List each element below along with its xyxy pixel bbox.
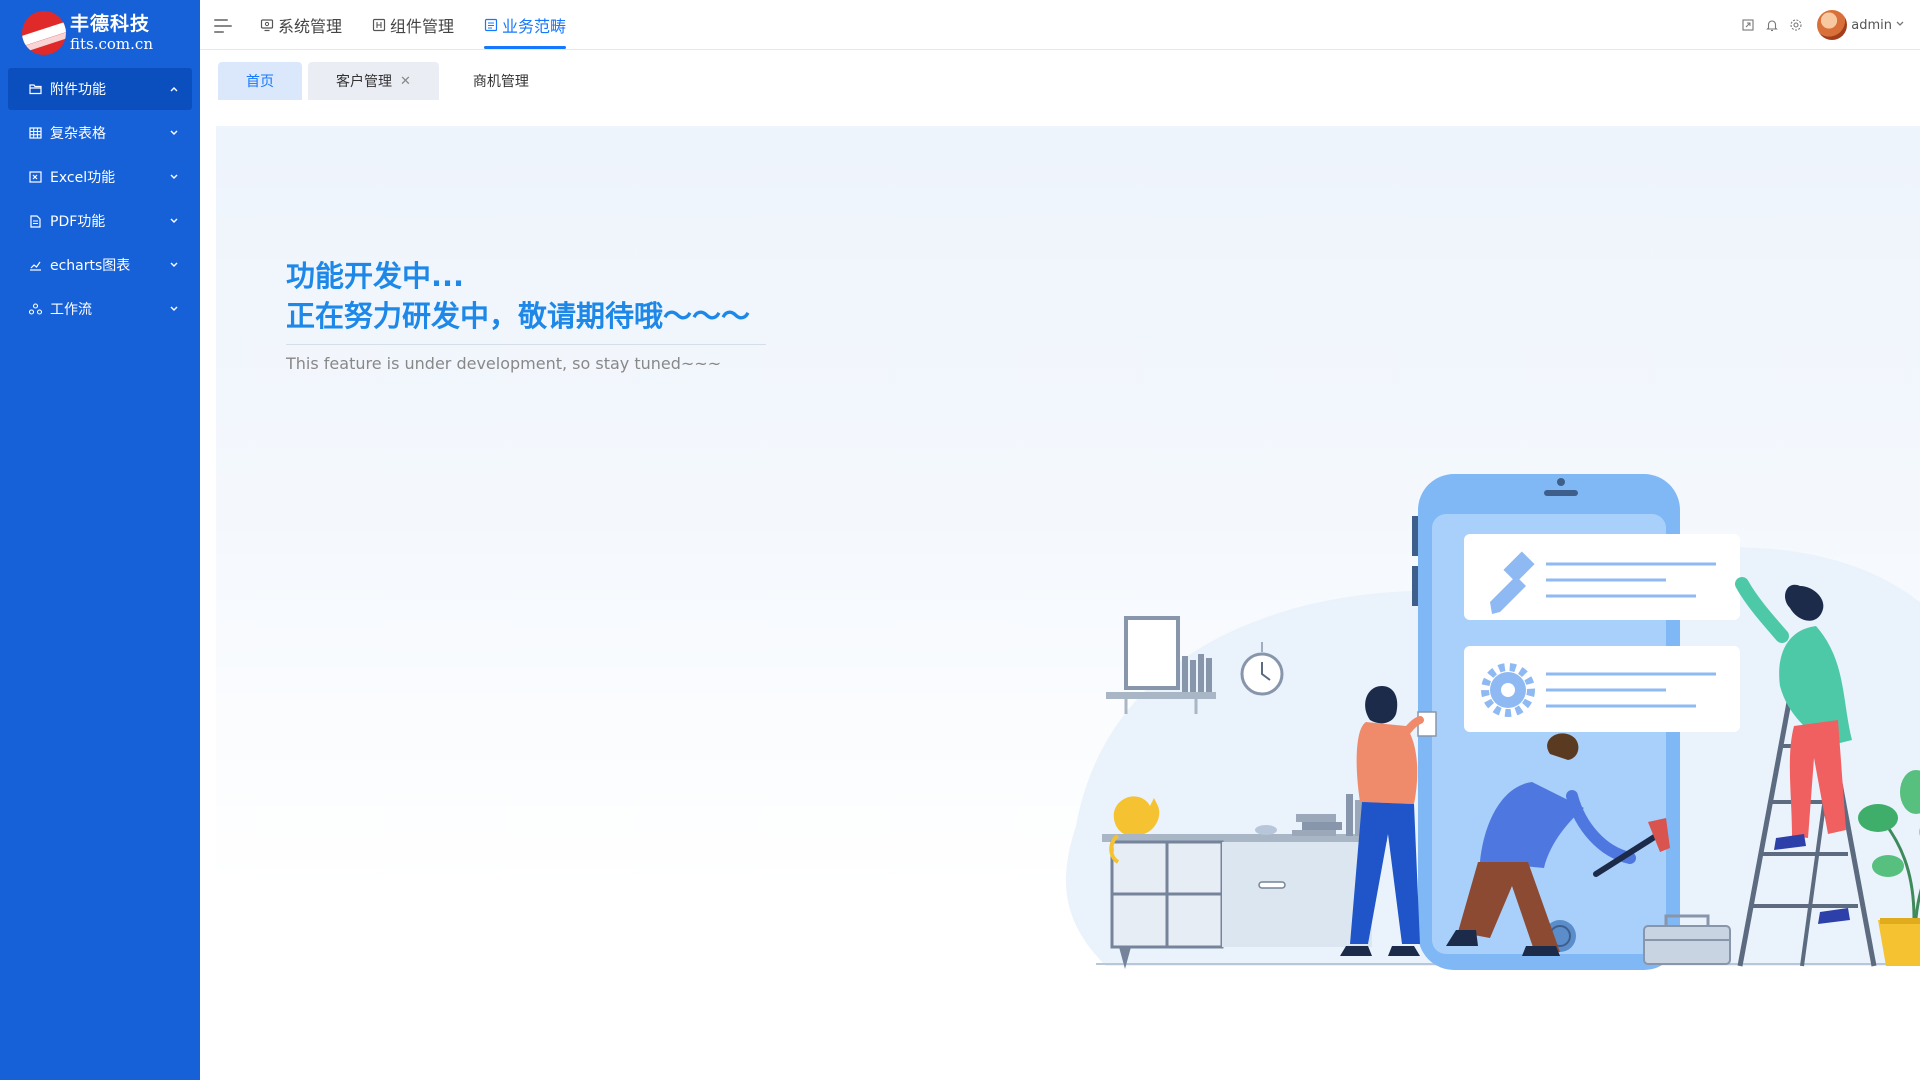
subtitle: This feature is under development, so st… bbox=[286, 354, 722, 373]
sidebar-item-workflow[interactable]: 工作流 bbox=[8, 288, 192, 330]
tab-label: 商机管理 bbox=[472, 74, 529, 90]
pdf-icon bbox=[28, 214, 42, 228]
tab-label: 客户管理 bbox=[336, 74, 392, 90]
menu-toggle-icon[interactable] bbox=[214, 19, 232, 33]
sidebar-item-label: 附件功能 bbox=[50, 82, 106, 98]
chevron-down-icon[interactable] bbox=[1896, 20, 1904, 30]
sidebar-item-label: PDF功能 bbox=[50, 214, 106, 230]
settings-icon[interactable] bbox=[1789, 18, 1803, 32]
main-content: 功能开发中... 正在努力研发中，敬请期待哦～～～ This feature i… bbox=[216, 126, 1920, 1080]
excel-icon bbox=[28, 170, 42, 184]
topnav-component-management[interactable]: 组件管理 bbox=[372, 0, 454, 50]
chevron-down-icon bbox=[166, 172, 182, 183]
tab-opportunity-management[interactable]: 商机管理 bbox=[445, 62, 557, 100]
folder-icon bbox=[28, 82, 42, 96]
top-bar: 系统管理 组件管理 业务范畴 admin bbox=[200, 0, 1920, 50]
sidebar-item-attachments[interactable]: 附件功能 bbox=[8, 68, 192, 110]
sidebar-menu: 附件功能 复杂表格 Excel功能 PDF功能 echarts图表 工作流 bbox=[8, 68, 192, 332]
brand-logo-icon bbox=[22, 11, 66, 55]
sidebar-item-label: echarts图表 bbox=[50, 258, 131, 274]
bell-icon[interactable] bbox=[1765, 18, 1779, 32]
brand-logo[interactable]: 丰德科技 fits.com.cn bbox=[22, 10, 153, 56]
tab-home[interactable]: 首页 bbox=[218, 62, 302, 100]
tab-customer-management[interactable]: 客户管理 ✕ bbox=[308, 62, 439, 100]
topnav-label: 组件管理 bbox=[390, 17, 455, 36]
page-title: 功能开发中... 正在努力研发中，敬请期待哦～～～ bbox=[286, 256, 750, 336]
under-development-illustration bbox=[1066, 474, 1920, 970]
brand-domain: fits.com.cn bbox=[70, 34, 153, 53]
topnav-system-management[interactable]: 系统管理 bbox=[260, 0, 342, 50]
chevron-down-icon bbox=[166, 260, 182, 271]
chevron-down-icon bbox=[166, 128, 182, 139]
top-nav: 系统管理 组件管理 业务范畴 bbox=[260, 0, 596, 50]
sidebar-item-pdf[interactable]: PDF功能 bbox=[8, 200, 192, 242]
page-tabs: 首页 客户管理 ✕ 商机管理 bbox=[218, 62, 563, 100]
sidebar-item-label: 复杂表格 bbox=[50, 126, 106, 142]
divider bbox=[286, 344, 766, 345]
topnav-label: 业务范畴 bbox=[502, 17, 567, 36]
chart-icon bbox=[28, 258, 42, 272]
business-icon bbox=[484, 18, 498, 32]
table-icon bbox=[28, 126, 42, 140]
sidebar-item-excel[interactable]: Excel功能 bbox=[8, 156, 192, 198]
sidebar-item-echarts[interactable]: echarts图表 bbox=[8, 244, 192, 286]
chevron-down-icon bbox=[166, 304, 182, 315]
sidebar-item-complex-table[interactable]: 复杂表格 bbox=[8, 112, 192, 154]
component-icon bbox=[372, 18, 386, 32]
chevron-up-icon bbox=[166, 84, 182, 95]
top-right-tools: admin bbox=[1731, 0, 1904, 50]
sidebar: 丰德科技 fits.com.cn 附件功能 复杂表格 Excel功能 PDF功能… bbox=[0, 0, 200, 1080]
brand-name: 丰德科技 bbox=[70, 12, 151, 35]
headline-line-1: 功能开发中... bbox=[286, 259, 465, 293]
tab-label: 首页 bbox=[246, 74, 274, 90]
chevron-down-icon bbox=[166, 216, 182, 227]
workflow-icon bbox=[28, 302, 42, 316]
close-icon[interactable]: ✕ bbox=[400, 74, 411, 89]
topnav-business-scope[interactable]: 业务范畴 bbox=[484, 0, 567, 50]
avatar[interactable] bbox=[1817, 10, 1848, 40]
user-name[interactable]: admin bbox=[1851, 18, 1892, 33]
headline-line-2: 正在努力研发中，敬请期待哦～～～ bbox=[286, 299, 751, 333]
sidebar-item-label: Excel功能 bbox=[50, 170, 116, 186]
sidebar-item-label: 工作流 bbox=[50, 302, 92, 318]
monitor-icon bbox=[260, 19, 274, 32]
topnav-label: 系统管理 bbox=[278, 17, 343, 36]
fullscreen-icon[interactable] bbox=[1741, 18, 1755, 32]
